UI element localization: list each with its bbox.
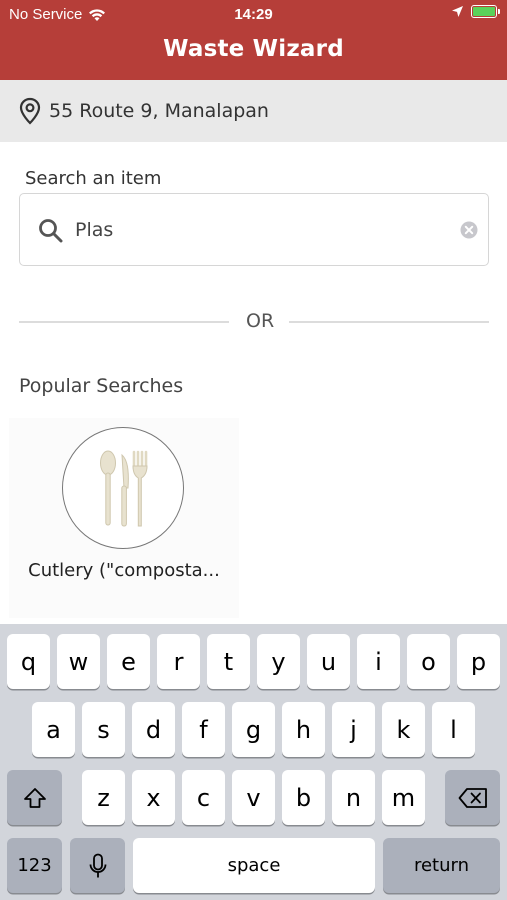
return-key[interactable]: return xyxy=(383,838,500,893)
key-u[interactable]: u xyxy=(307,634,350,689)
shift-icon xyxy=(23,787,46,808)
search-icon xyxy=(39,219,63,243)
numbers-key[interactable]: 123 xyxy=(7,838,62,893)
key-c[interactable]: c xyxy=(182,770,225,825)
key-m[interactable]: m xyxy=(382,770,425,825)
key-z[interactable]: z xyxy=(82,770,125,825)
popular-item-cutlery[interactable]: Cutlery ("composta... xyxy=(9,418,239,618)
divider-line-left xyxy=(19,321,229,323)
key-v[interactable]: v xyxy=(232,770,275,825)
key-g[interactable]: g xyxy=(232,702,275,757)
search-input[interactable] xyxy=(75,214,455,246)
onscreen-keyboard: q w e r t y u i o p a s d f g h j k l z … xyxy=(0,624,507,900)
divider-line-right xyxy=(289,321,489,323)
backspace-icon xyxy=(458,787,487,808)
status-bar: No Service 14:29 xyxy=(0,0,507,28)
key-n[interactable]: n xyxy=(332,770,375,825)
location-pin-icon xyxy=(19,97,41,125)
key-q[interactable]: q xyxy=(7,634,50,689)
battery-icon xyxy=(471,5,500,18)
key-f[interactable]: f xyxy=(182,702,225,757)
key-e[interactable]: e xyxy=(107,634,150,689)
key-p[interactable]: p xyxy=(457,634,500,689)
popular-searches-heading: Popular Searches xyxy=(19,375,184,397)
key-a[interactable]: a xyxy=(32,702,75,757)
location-bar[interactable]: 55 Route 9, Manalapan xyxy=(0,80,507,142)
key-k[interactable]: k xyxy=(382,702,425,757)
key-b[interactable]: b xyxy=(282,770,325,825)
key-x[interactable]: x xyxy=(132,770,175,825)
cutlery-icon xyxy=(100,450,148,527)
key-i[interactable]: i xyxy=(357,634,400,689)
clear-icon[interactable] xyxy=(460,221,478,239)
space-key[interactable]: space xyxy=(133,838,375,893)
app-header: No Service 14:29 Waste Wizard xyxy=(0,0,507,80)
search-field[interactable] xyxy=(19,193,489,266)
location-address: 55 Route 9, Manalapan xyxy=(49,100,269,122)
page-title: Waste Wizard xyxy=(163,36,344,62)
key-o[interactable]: o xyxy=(407,634,450,689)
key-d[interactable]: d xyxy=(132,702,175,757)
key-s[interactable]: s xyxy=(82,702,125,757)
clock: 14:29 xyxy=(234,6,273,23)
popular-item-name: Cutlery ("composta... xyxy=(28,560,220,581)
key-r[interactable]: r xyxy=(157,634,200,689)
key-l[interactable]: l xyxy=(432,702,475,757)
location-arrow-icon xyxy=(452,6,463,17)
microphone-icon xyxy=(89,853,106,877)
key-w[interactable]: w xyxy=(57,634,100,689)
popular-item-image xyxy=(62,427,184,549)
or-divider: OR xyxy=(19,310,489,334)
key-t[interactable]: t xyxy=(207,634,250,689)
search-label: Search an item xyxy=(25,168,162,189)
status-right xyxy=(451,5,500,18)
shift-key[interactable] xyxy=(7,770,62,825)
key-j[interactable]: j xyxy=(332,702,375,757)
or-label: OR xyxy=(246,310,275,332)
key-y[interactable]: y xyxy=(257,634,300,689)
dictation-key[interactable] xyxy=(70,838,125,893)
backspace-key[interactable] xyxy=(445,770,500,825)
key-h[interactable]: h xyxy=(282,702,325,757)
